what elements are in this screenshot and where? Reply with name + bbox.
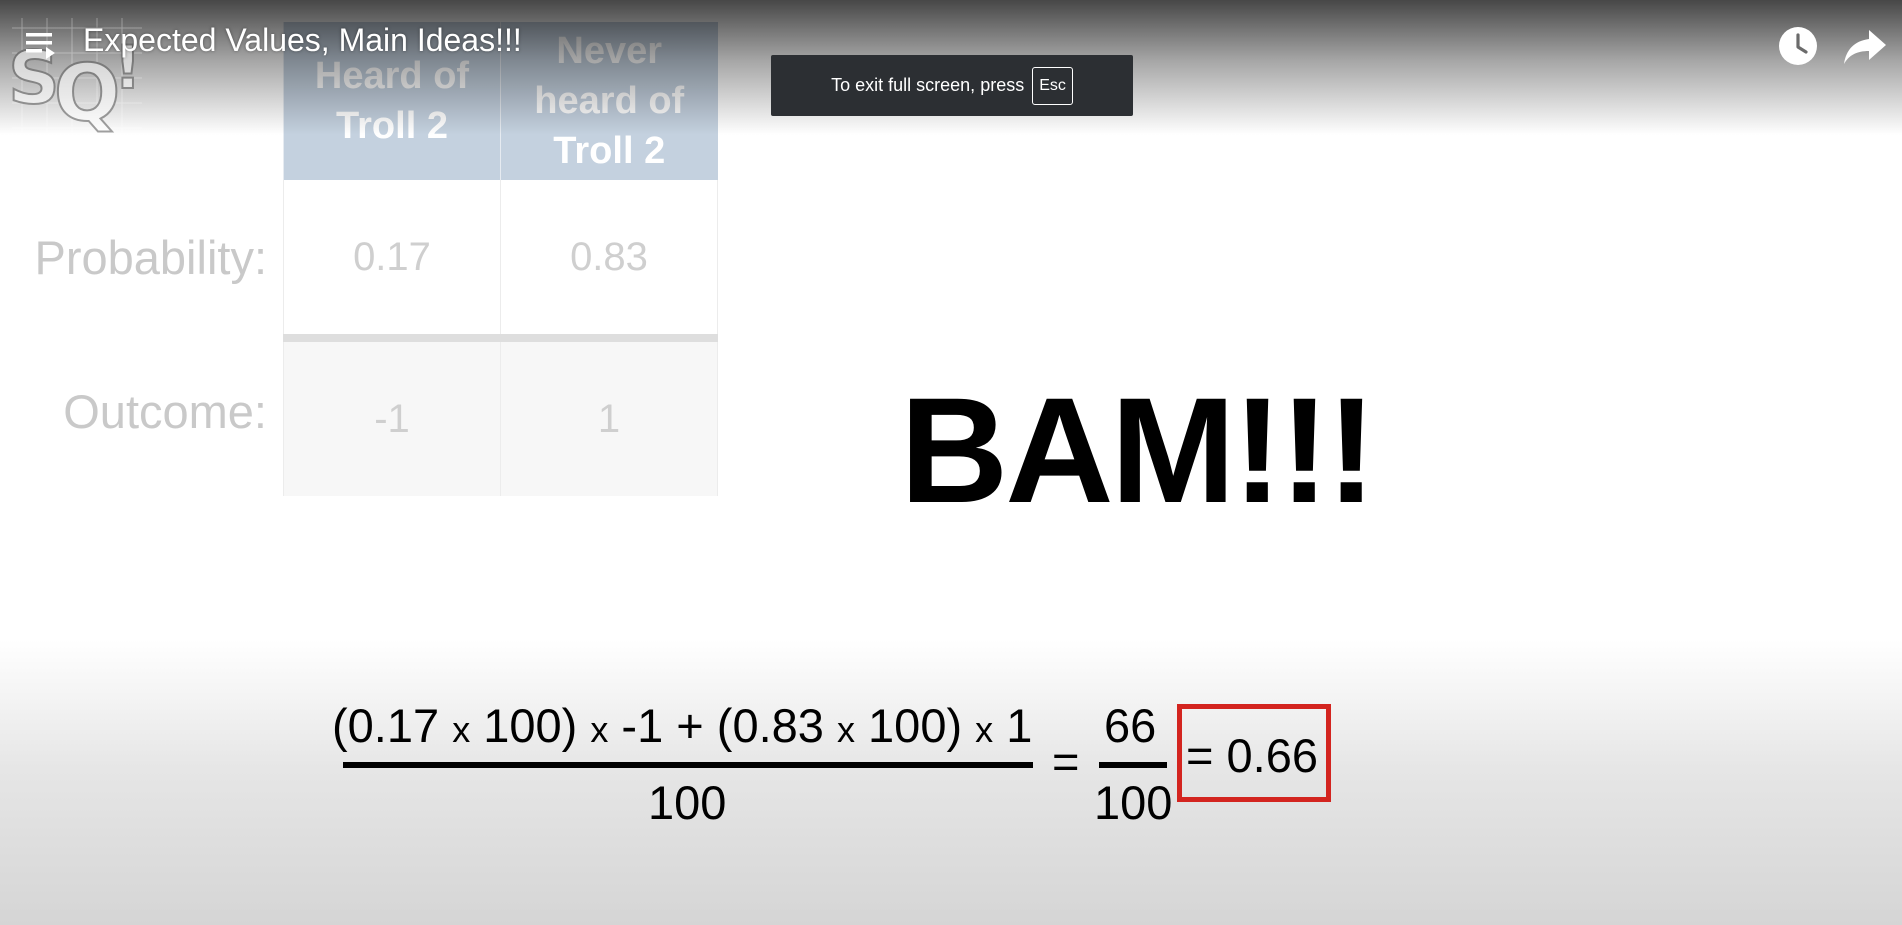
times-sign: x bbox=[836, 709, 855, 750]
row-label-outcome: Outcome: bbox=[63, 385, 267, 438]
equals-sign: = bbox=[1052, 735, 1080, 788]
fraction-numerator-66: 66 bbox=[1104, 699, 1157, 752]
times-sign: x bbox=[975, 709, 994, 750]
fullscreen-hint-text: To exit full screen, press bbox=[831, 75, 1025, 95]
times-sign: x bbox=[452, 709, 471, 750]
share-arrow-icon[interactable] bbox=[1842, 24, 1888, 68]
fullscreen-exit-hint: To exit full screen, press Esc bbox=[771, 55, 1133, 116]
fraction-bar-small bbox=[1099, 762, 1167, 768]
probability-never-heard: 0.83 bbox=[500, 180, 718, 342]
formula-result: = 0.66 bbox=[1186, 729, 1318, 782]
fraction-denominator-100: 100 bbox=[1094, 776, 1173, 829]
bam-exclamation: BAM!!! bbox=[900, 366, 1376, 534]
bottom-gradient bbox=[0, 640, 1902, 925]
formula-term: 100) bbox=[470, 699, 591, 752]
video-title[interactable]: Expected Values, Main Ideas!!! bbox=[83, 22, 522, 59]
outcome-heard: -1 bbox=[283, 338, 501, 496]
clock-icon[interactable] bbox=[1776, 24, 1820, 68]
formula-term: 1 bbox=[993, 699, 1033, 752]
formula-term: 100) bbox=[854, 699, 976, 752]
outcome-never-heard: 1 bbox=[500, 338, 718, 496]
formula-term: -1 + (0.83 bbox=[608, 699, 837, 752]
row-label-probability: Probability: bbox=[34, 231, 268, 284]
formula-denominator: 100 bbox=[648, 776, 727, 829]
times-sign: x bbox=[590, 709, 609, 750]
fraction-bar bbox=[343, 762, 1033, 768]
formula-term: (0.17 bbox=[332, 699, 453, 752]
svg-text:Q: Q bbox=[54, 49, 120, 139]
probability-heard: 0.17 bbox=[283, 180, 501, 342]
esc-key: Esc bbox=[1032, 66, 1073, 105]
formula-numerator: (0.17 x 100) x -1 + (0.83 x 100) x 1 bbox=[332, 698, 1032, 753]
video-frame[interactable]: Heard of Troll 2 Never heard of Troll 2 … bbox=[0, 0, 1902, 925]
playlist-icon[interactable] bbox=[24, 28, 58, 62]
